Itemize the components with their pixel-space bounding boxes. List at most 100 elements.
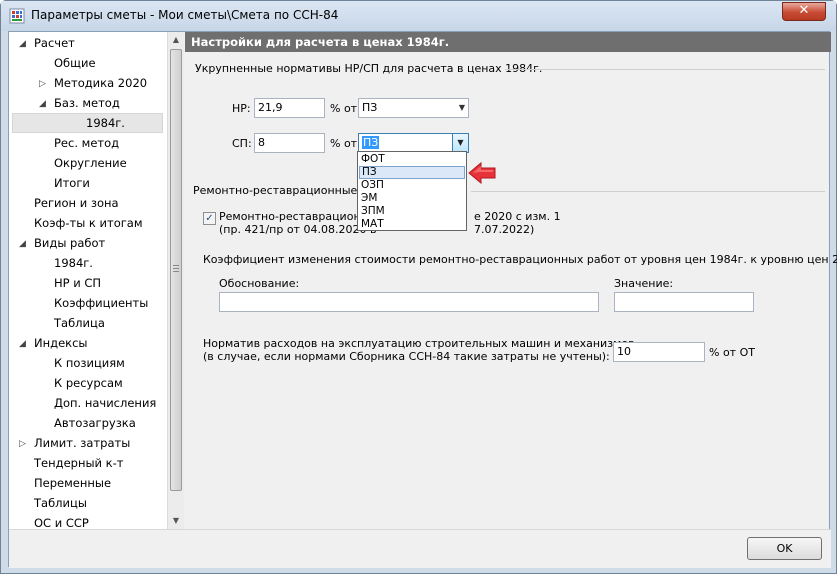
value-input[interactable] <box>614 292 754 312</box>
scroll-down-icon[interactable]: ▼ <box>168 513 184 529</box>
dropdown-option[interactable]: ПЗ <box>359 166 465 179</box>
tree-item[interactable]: ▷ Лимит. затраты <box>9 433 164 453</box>
red-arrow-icon <box>468 161 496 185</box>
tree-item-label: Методика 2020 <box>54 76 148 90</box>
tree-item[interactable]: Таблица <box>9 313 164 333</box>
tree-item[interactable]: Тендерный к-т <box>9 453 164 473</box>
tree-item[interactable]: НР и СП <box>9 273 164 293</box>
nr-input[interactable]: 21,9 <box>254 98 325 118</box>
coef-title: Коэффициент изменения стоимости ремонтно… <box>203 253 837 266</box>
checkbox-line1: Ремонтно-реставрационны <box>219 210 377 223</box>
dropdown-option[interactable]: ФОТ <box>359 153 465 166</box>
window-title: Параметры сметы - Мои сметы\Смета по ССН… <box>31 8 339 22</box>
tree-item-label: Коэф-ты к итогам <box>34 216 143 230</box>
tree-item-label: Общие <box>54 56 96 70</box>
title-bar[interactable]: Параметры сметы - Мои сметы\Смета по ССН… <box>1 1 836 31</box>
dialog-client: ◢ Расчет Общие ▷ Методика 2020 ◢ Баз. метод 198… <box>8 31 837 568</box>
checkbox-line2-tail: 7.07.2022) <box>474 223 535 236</box>
tree-item-label: Расчет <box>34 36 75 50</box>
dropdown-option[interactable]: ЗПМ <box>359 205 465 218</box>
collapse-arrow-icon[interactable]: ◢ <box>19 334 26 354</box>
dropdown-option[interactable]: МАТ <box>359 218 465 231</box>
tree-item[interactable]: Общие <box>9 53 164 73</box>
ok-button[interactable]: OK <box>747 537 822 560</box>
settings-tree[interactable]: ◢ Расчет Общие ▷ Методика 2020 ◢ Баз. метод 198… <box>9 32 184 530</box>
tree-item[interactable]: ◢ Виды работ <box>9 233 164 253</box>
tree-item[interactable]: Округление <box>9 153 164 173</box>
tree-item-label: Тендерный к-т <box>34 456 124 470</box>
tree-item[interactable]: 1984г. <box>9 253 164 273</box>
expand-arrow-icon[interactable]: ▷ <box>19 434 26 454</box>
sp-label: СП: <box>232 137 252 150</box>
tree-item-label: Переменные <box>34 476 112 490</box>
sp-base-select[interactable]: ПЗ ▼ <box>358 133 469 153</box>
app-icon <box>9 8 25 24</box>
tree-item-label: Таблицы <box>34 496 87 510</box>
tree-item-label: Округление <box>54 156 127 170</box>
tree-item[interactable]: 1984г. <box>12 113 163 133</box>
expand-arrow-icon[interactable]: ▷ <box>39 74 46 94</box>
scroll-up-icon[interactable]: ▲ <box>168 32 184 48</box>
scroll-thumb[interactable] <box>170 49 182 491</box>
tree-item-label: 1984г. <box>86 116 125 130</box>
sp-pct-label: % от <box>330 137 358 150</box>
sp-base-dropdown[interactable]: ФОТ ПЗ ОЗП ЭМ ЗПМ МАТ <box>357 151 467 231</box>
tree-item[interactable]: Коэффициенты <box>9 293 164 313</box>
tree-item-label: Доп. начисления <box>54 396 157 410</box>
dialog-window: Параметры сметы - Мои сметы\Смета по ССН… <box>0 0 837 574</box>
tree-item[interactable]: ◢ Расчет <box>9 33 164 53</box>
panel-header: Настройки для расчета в ценах 1984г. <box>185 32 831 52</box>
nr-base-select[interactable]: ПЗ ▼ <box>358 98 469 118</box>
tree-item-label: 1984г. <box>54 256 93 270</box>
tree-item-label: К позициям <box>54 356 125 370</box>
machines-unit: % от ОТ <box>709 346 755 359</box>
tree-item-label: НР и СП <box>54 276 102 290</box>
checkbox-line2: (пр. 421/пр от 04.08.2020 в <box>219 223 377 236</box>
collapse-arrow-icon[interactable]: ◢ <box>39 94 46 114</box>
tree-item[interactable]: Итоги <box>9 173 164 193</box>
tree-item-label: Баз. метод <box>54 96 120 110</box>
close-button[interactable]: ✕ <box>782 2 826 21</box>
tree-item-label: Автозагрузка <box>54 416 136 430</box>
tree-item[interactable]: К позициям <box>9 353 164 373</box>
restoration-checkbox[interactable]: ✓ <box>203 212 216 225</box>
tree-item-label: Лимит. затраты <box>34 436 131 450</box>
collapse-arrow-icon[interactable]: ◢ <box>19 34 26 54</box>
tree-item[interactable]: ▷ Методика 2020 <box>9 73 164 93</box>
tree-item[interactable]: Коэф-ты к итогам <box>9 213 164 233</box>
sp-input[interactable]: 8 <box>254 133 325 153</box>
dropdown-option[interactable]: ЭМ <box>359 192 465 205</box>
tree-item-label: Таблица <box>54 316 105 330</box>
tree-item[interactable]: Доп. начисления <box>9 393 164 413</box>
tree-item[interactable]: Таблицы <box>9 493 164 513</box>
tree-scrollbar[interactable]: ▲ ▼ <box>167 32 184 529</box>
tree-item[interactable]: ◢ Баз. метод <box>9 93 164 113</box>
tree-item-label: Рес. метод <box>54 136 120 150</box>
bottom-bar <box>9 529 831 568</box>
group2-separator <box>471 191 825 192</box>
machines-input[interactable]: 10 <box>613 342 705 362</box>
tree-item[interactable]: Переменные <box>9 473 164 493</box>
group1-title: Укрупненные нормативы НР/СП для расчета … <box>195 62 543 75</box>
tree-item[interactable]: Регион и зона <box>9 193 164 213</box>
chevron-down-icon: ▼ <box>458 103 465 112</box>
tree-item[interactable]: К ресурсам <box>9 373 164 393</box>
basis-input[interactable] <box>219 292 599 312</box>
dropdown-option[interactable]: ОЗП <box>359 179 465 192</box>
checkbox-line1-tail: е 2020 с изм. 1 <box>474 210 561 223</box>
nr-base-value: ПЗ <box>362 101 378 114</box>
sp-base-value: ПЗ <box>362 136 380 149</box>
collapse-arrow-icon[interactable]: ◢ <box>19 234 26 254</box>
nr-label: НР: <box>232 102 251 115</box>
nr-pct-label: % от <box>330 102 358 115</box>
tree-item-label: К ресурсам <box>54 376 123 390</box>
chevron-down-icon[interactable]: ▼ <box>452 134 468 152</box>
tree-item[interactable]: Автозагрузка <box>9 413 164 433</box>
tree-item-label: Регион и зона <box>34 196 119 210</box>
tree-item-label: Итоги <box>54 176 90 190</box>
tree-item[interactable]: ◢ Индексы <box>9 333 164 353</box>
tree-item[interactable]: Рес. метод <box>9 133 164 153</box>
basis-label: Обоснование: <box>219 277 300 290</box>
tree-item-label: Виды работ <box>34 236 106 250</box>
group1-separator <box>505 69 825 70</box>
